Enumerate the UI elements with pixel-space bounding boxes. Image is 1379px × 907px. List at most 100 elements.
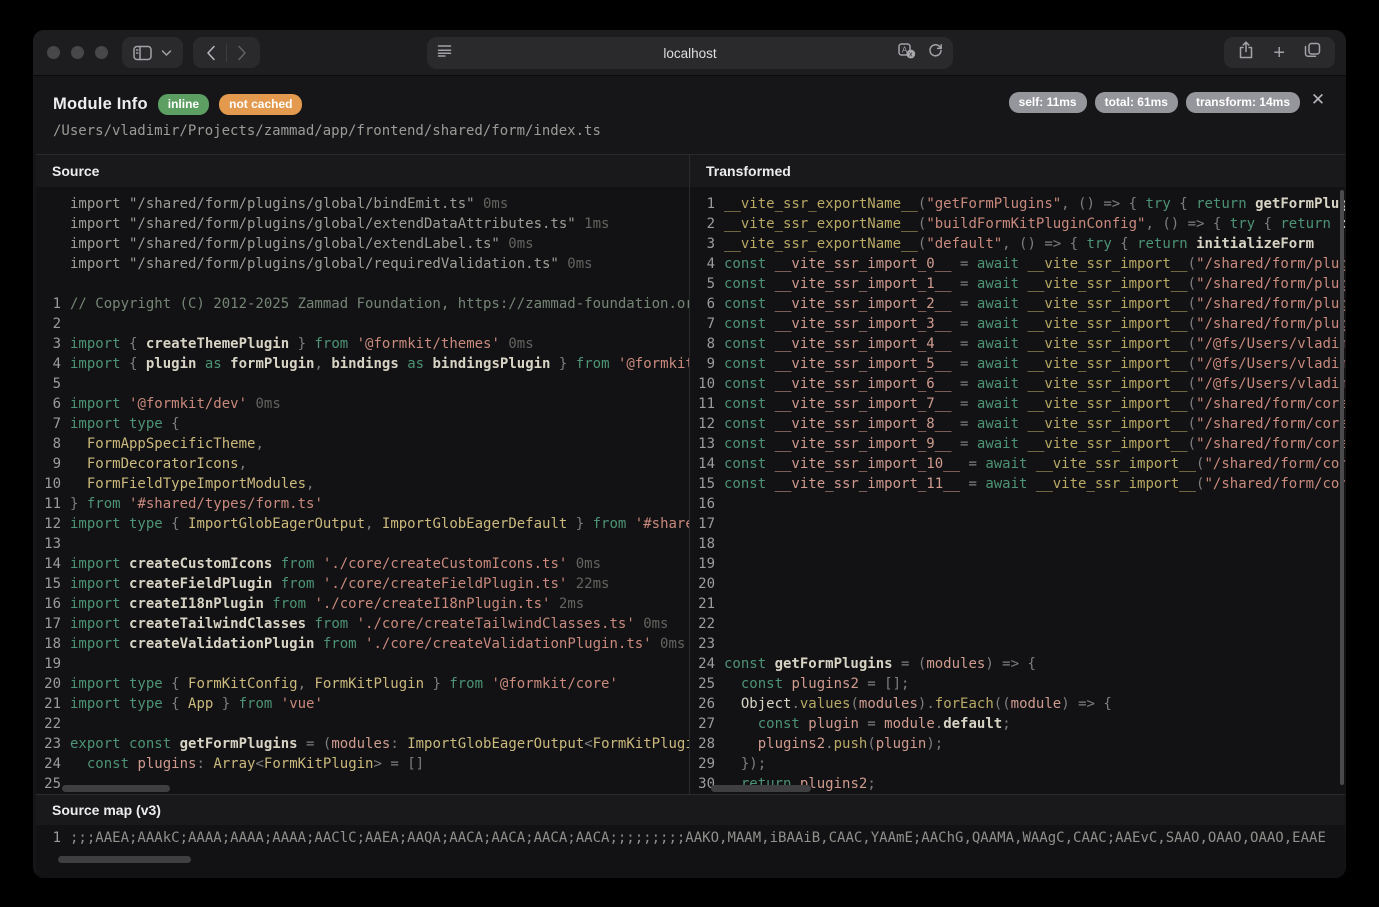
line-number: 12 <box>36 514 70 534</box>
code-line: 3import { createThemePlugin } from '@for… <box>36 334 689 354</box>
traffic-light-zoom[interactable] <box>95 46 108 59</box>
line-number: 2 <box>36 314 70 334</box>
line-number: 1 <box>36 294 70 314</box>
code-line: 6const __vite_ssr_import_2__ = await __v… <box>690 294 1345 314</box>
code-line: 10const __vite_ssr_import_6__ = await __… <box>690 374 1345 394</box>
code-line: 22 <box>690 614 1345 634</box>
code-line: 15import createFieldPlugin from './core/… <box>36 574 689 594</box>
address-bar[interactable]: localhost Ax <box>427 37 953 69</box>
source-horizontal-scrollbar[interactable] <box>62 785 170 792</box>
code-line: 16 <box>690 494 1345 514</box>
code-line: import "/shared/form/plugins/global/exte… <box>36 214 689 234</box>
code-line: 17import createTailwindClasses from './c… <box>36 614 689 634</box>
code-panels: Source import "/shared/form/plugins/glob… <box>36 154 1345 795</box>
transformed-code[interactable]: 1__vite_ssr_exportName__("getFormPlugins… <box>690 187 1345 794</box>
code-line: 26 Object.values(modules).forEach((modul… <box>690 694 1345 714</box>
line-number: 22 <box>690 614 724 634</box>
line-number: 5 <box>36 374 70 394</box>
code-line: 14const __vite_ssr_import_10__ = await _… <box>690 454 1345 474</box>
line-number: 16 <box>36 594 70 614</box>
sourcemap-line: 1 ;;;AAEA;AAAkC;AAAA;AAAA;AAAA;AAClC;AAE… <box>36 825 1345 851</box>
translate-icon[interactable]: Ax <box>898 43 916 64</box>
code-line: 8 FormAppSpecificTheme, <box>36 434 689 454</box>
line-number: 17 <box>36 614 70 634</box>
traffic-light-minimize[interactable] <box>71 46 84 59</box>
line-number <box>36 254 70 274</box>
source-code[interactable]: import "/shared/form/plugins/global/bind… <box>36 187 689 794</box>
code-line: import "/shared/form/plugins/global/requ… <box>36 254 689 274</box>
line-number: 20 <box>690 574 724 594</box>
sourcemap-panel: Source map (v3) 1 ;;;AAEA;AAAkC;AAAA;AAA… <box>36 795 1345 878</box>
line-number: 5 <box>690 274 724 294</box>
line-number: 20 <box>36 674 70 694</box>
code-line: 1__vite_ssr_exportName__("getFormPlugins… <box>690 194 1345 214</box>
line-number: 18 <box>36 634 70 654</box>
new-tab-button[interactable]: + <box>1273 44 1285 62</box>
transformed-vertical-scrollbar[interactable] <box>1340 190 1344 785</box>
line-number: 13 <box>690 434 724 454</box>
line-number: 8 <box>36 434 70 454</box>
line-number: 7 <box>36 414 70 434</box>
module-info-header: Module Info inline not cached self: 11ms… <box>33 76 1346 154</box>
code-line <box>36 274 689 294</box>
line-number: 25 <box>690 674 724 694</box>
code-line: 16import createI18nPlugin from './core/c… <box>36 594 689 614</box>
reload-icon[interactable] <box>928 43 943 63</box>
code-line: 12import type { ImportGlobEagerOutput, I… <box>36 514 689 534</box>
line-number: 15 <box>36 574 70 594</box>
code-line: 20import type { FormKitConfig, FormKitPl… <box>36 674 689 694</box>
code-line: 13const __vite_ssr_import_9__ = await __… <box>690 434 1345 454</box>
code-line: 8const __vite_ssr_import_4__ = await __v… <box>690 334 1345 354</box>
line-number: 11 <box>36 494 70 514</box>
share-icon[interactable] <box>1238 41 1254 64</box>
close-icon[interactable]: ✕ <box>1306 88 1330 112</box>
line-number: 12 <box>690 414 724 434</box>
url-text: localhost <box>427 46 953 61</box>
sourcemap-mappings: ;;;AAEA;AAAkC;AAAA;AAAA;AAAA;AAClC;AAEA;… <box>70 825 1345 851</box>
module-file-path: /Users/vladimir/Projects/zammad/app/fron… <box>53 123 1326 139</box>
line-number: 14 <box>36 554 70 574</box>
code-line: 2 <box>36 314 689 334</box>
line-number: 21 <box>690 594 724 614</box>
code-line: 19 <box>36 654 689 674</box>
line-number: 2 <box>690 214 724 234</box>
code-line: 23 <box>690 634 1345 654</box>
line-number: 21 <box>36 694 70 714</box>
code-line: 6import '@formkit/dev' 0ms <box>36 394 689 414</box>
code-line: 1// Copyright (C) 2012-2025 Zammad Found… <box>36 294 689 314</box>
line-number: 1 <box>690 194 724 214</box>
code-line: 4const __vite_ssr_import_0__ = await __v… <box>690 254 1345 274</box>
transformed-panel-title: Transformed <box>690 155 1345 187</box>
line-number: 9 <box>690 354 724 374</box>
line-number: 16 <box>690 494 724 514</box>
code-line: 13 <box>36 534 689 554</box>
code-line: 29 }); <box>690 754 1345 774</box>
line-number: 8 <box>690 334 724 354</box>
browser-toolbar: localhost Ax + <box>33 30 1346 76</box>
code-line: 2__vite_ssr_exportName__("buildFormKitPl… <box>690 214 1345 234</box>
code-line: 15const __vite_ssr_import_11__ = await _… <box>690 474 1345 494</box>
line-number: 1 <box>36 825 70 851</box>
line-number: 9 <box>36 454 70 474</box>
sourcemap-horizontal-scrollbar[interactable] <box>58 856 191 863</box>
line-number: 10 <box>690 374 724 394</box>
traffic-light-close[interactable] <box>47 46 60 59</box>
code-line: 21import type { App } from 'vue' <box>36 694 689 714</box>
line-number: 24 <box>36 754 70 774</box>
not-cached-badge: not cached <box>219 94 302 115</box>
line-number <box>36 274 70 294</box>
code-line: 20 <box>690 574 1345 594</box>
tab-overview-icon[interactable] <box>1304 42 1321 63</box>
transformed-horizontal-scrollbar[interactable] <box>711 785 811 792</box>
sourcemap-title: Source map (v3) <box>36 795 1345 825</box>
toolbar-right-buttons: + <box>1224 37 1335 68</box>
line-number: 14 <box>690 454 724 474</box>
transform-time-badge: transform: 14ms <box>1186 92 1300 113</box>
code-line: 14import createCustomIcons from './core/… <box>36 554 689 574</box>
code-line: 18 <box>690 534 1345 554</box>
forward-button[interactable] <box>237 45 247 61</box>
back-button[interactable] <box>206 45 216 61</box>
line-number <box>36 214 70 234</box>
code-line: 24 const plugins: Array<FormKitPlugin> =… <box>36 754 689 774</box>
sidebar-toggle-button[interactable] <box>122 37 183 68</box>
